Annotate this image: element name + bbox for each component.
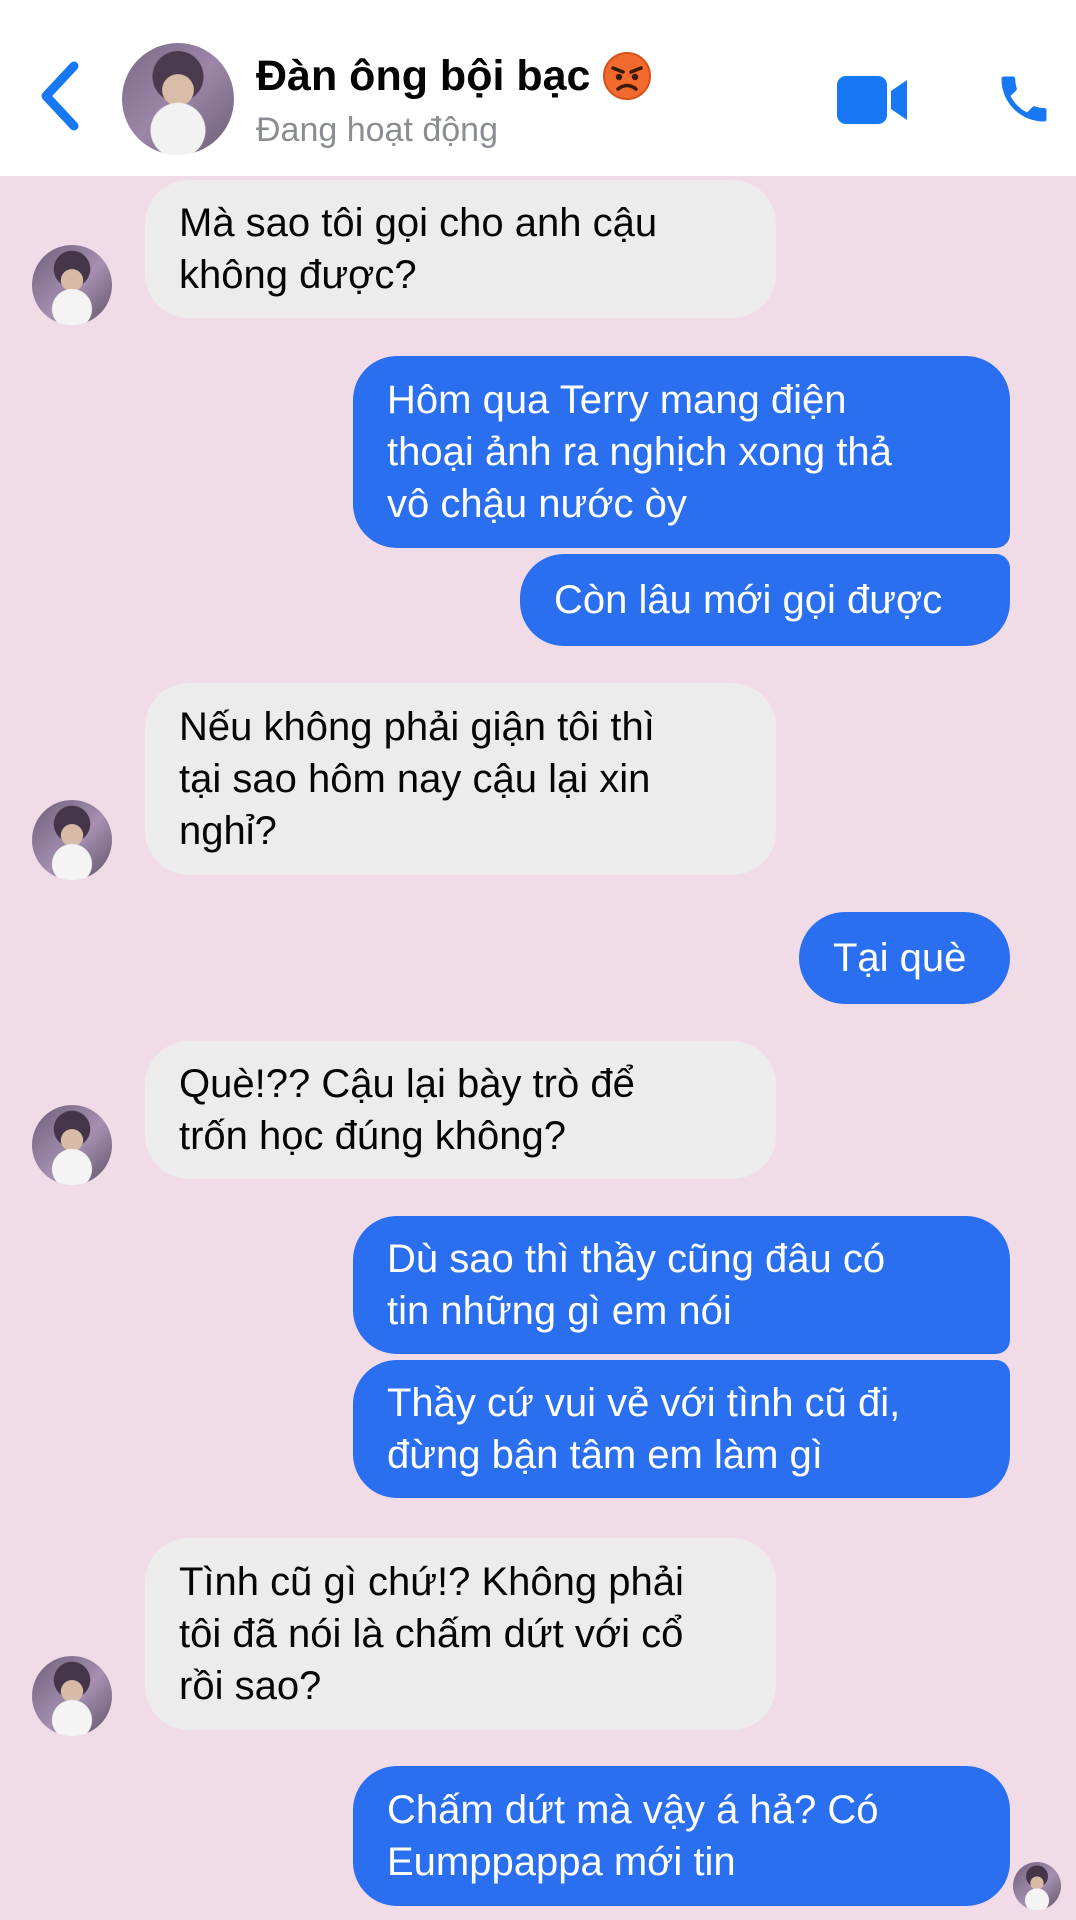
sender-avatar[interactable] (32, 245, 112, 325)
chat-header: Đàn ông bội bạc Đang hoạt động (0, 0, 1076, 176)
video-camera-icon (837, 76, 907, 124)
contact-name: Đàn ông bội bạc (256, 52, 591, 100)
chevron-left-icon (41, 61, 79, 131)
incoming-message-bubble[interactable]: Tình cũ gì chứ!? Không phải tôi đã nói l… (145, 1538, 776, 1730)
back-button[interactable] (36, 60, 86, 132)
phone-icon (1001, 76, 1047, 122)
outgoing-message-bubble[interactable]: Tại què (799, 912, 1010, 1004)
active-status: Đang hoạt động (256, 111, 498, 149)
contact-avatar[interactable] (122, 43, 234, 155)
angry-face-icon (603, 52, 652, 100)
outgoing-message-bubble[interactable]: Hôm qua Terry mang điện thoại ảnh ra ngh… (353, 356, 1010, 548)
sender-avatar[interactable] (32, 1656, 112, 1736)
outgoing-message-bubble[interactable]: Thầy cứ vui vẻ với tình cũ đi, đừng bận … (353, 1360, 1010, 1498)
seen-indicator-avatar (1013, 1862, 1061, 1910)
message-list[interactable]: Mà sao tôi gọi cho anh cậu không được? H… (0, 176, 1076, 1920)
incoming-message-bubble[interactable]: Què!?? Cậu lại bày trò để trốn học đúng … (145, 1041, 776, 1179)
incoming-message-bubble[interactable]: Mà sao tôi gọi cho anh cậu không được? (145, 180, 776, 318)
sender-avatar[interactable] (32, 1105, 112, 1185)
incoming-message-bubble[interactable]: Nếu không phải giận tôi thì tại sao hôm … (145, 683, 776, 875)
outgoing-message-bubble[interactable]: Dù sao thì thầy cũng đâu có tin những gì… (353, 1216, 1010, 1354)
contact-name-row: Đàn ông bội bạc (256, 50, 652, 102)
video-call-button[interactable] (835, 74, 909, 126)
outgoing-message-bubble[interactable]: Còn lâu mới gọi được (520, 554, 1010, 646)
voice-call-button[interactable] (994, 68, 1054, 130)
outgoing-message-bubble[interactable]: Chấm dứt mà vậy á hả? Có Eumppappa mới t… (353, 1766, 1010, 1906)
contact-info[interactable]: Đàn ông bội bạc Đang hoạt động (256, 50, 652, 152)
sender-avatar[interactable] (32, 800, 112, 880)
